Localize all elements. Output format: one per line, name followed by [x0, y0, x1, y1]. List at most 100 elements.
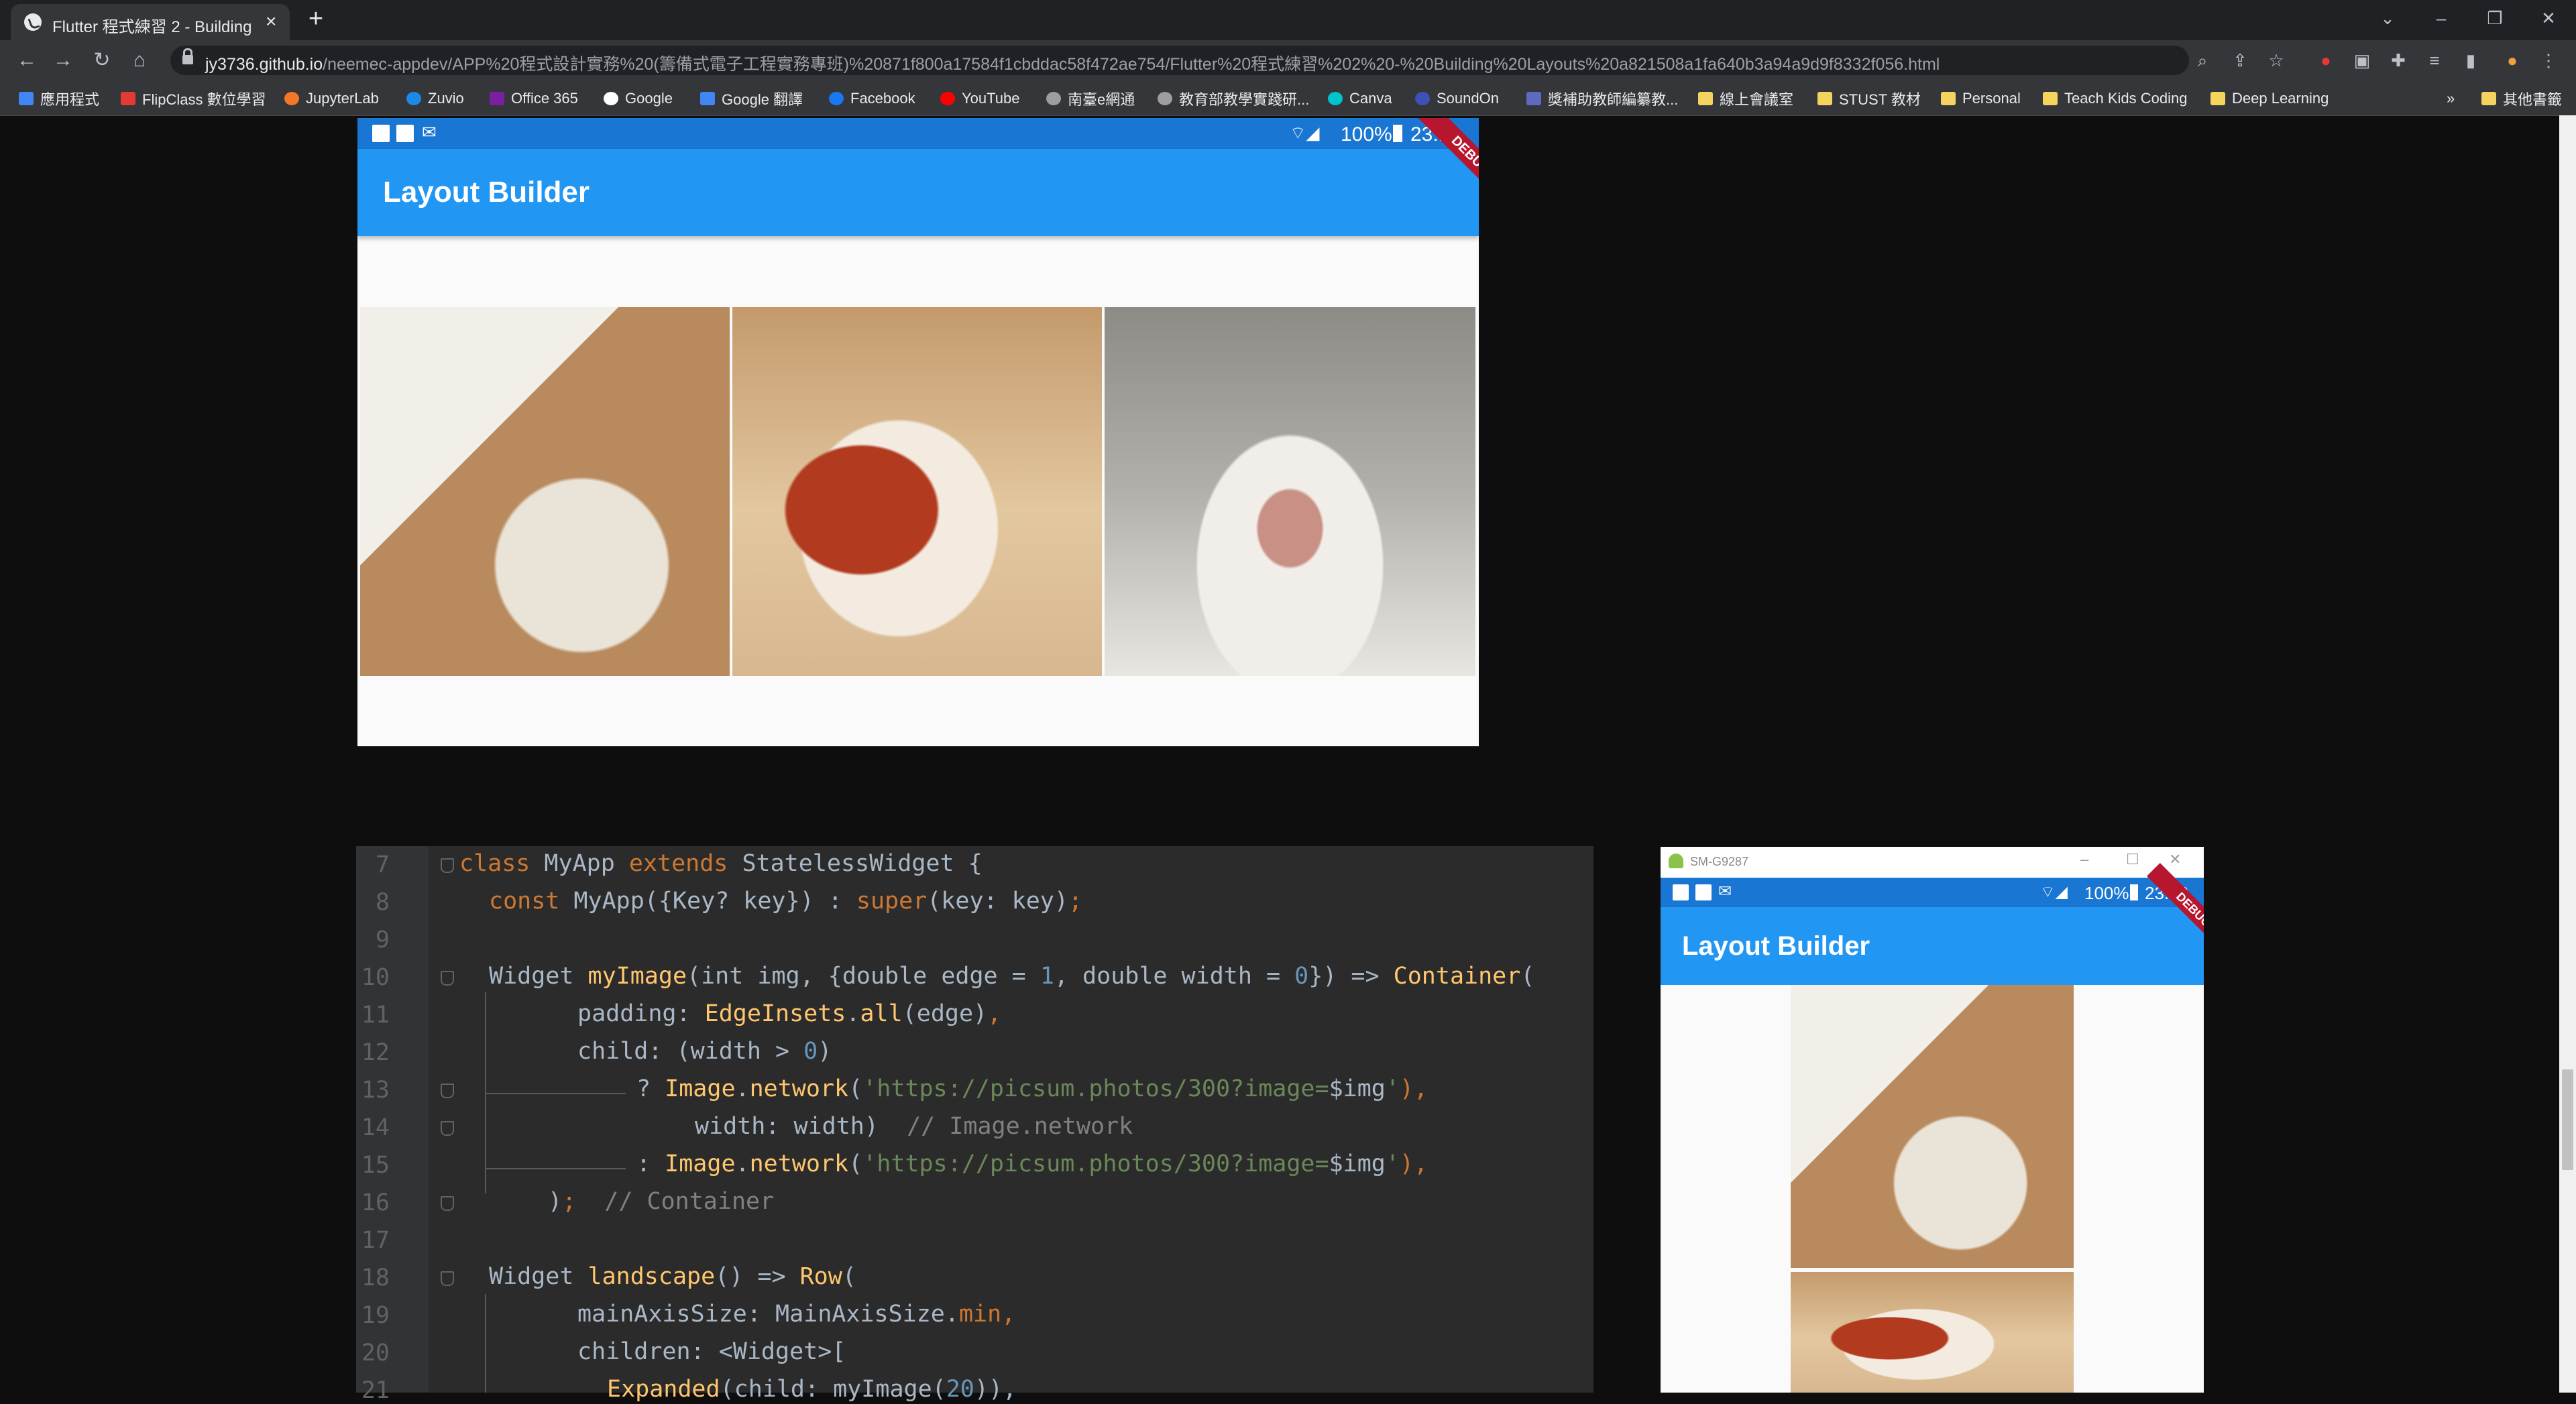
fold-marker-icon[interactable]	[441, 1084, 454, 1098]
code-line-13[interactable]: ? Image.network('https://picsum.photos/3…	[636, 1075, 1428, 1102]
menu-kebab-icon[interactable]: ⋮	[2535, 47, 2562, 74]
code-line-12[interactable]: child: (width > 0)	[577, 1038, 832, 1065]
bookmark-apps[interactable]: 應用程式	[19, 89, 99, 109]
google-icon	[604, 92, 618, 105]
bookmark-folder-meeting[interactable]: 線上會議室	[1698, 89, 1793, 109]
emulator-window[interactable]: SM-G9287 – ☐ ✕ ✉ ⌔◢ 100% 23:10 Layout Bu…	[1661, 847, 2204, 1393]
extension-square-icon[interactable]: ▣	[2349, 47, 2375, 74]
code-line-20[interactable]: children: <Widget>[	[577, 1338, 846, 1365]
gmail-icon: ✉	[422, 122, 437, 142]
extensions-puzzle-icon[interactable]: ✚	[2385, 47, 2412, 74]
folder-icon	[1698, 92, 1713, 105]
share-icon[interactable]: ⇪	[2227, 47, 2253, 74]
side-panel-icon[interactable]: ▮	[2457, 47, 2484, 74]
fold-marker-icon[interactable]	[441, 1196, 454, 1211]
emulator-close-icon[interactable]: ✕	[2169, 851, 2181, 868]
profile-avatar-icon[interactable]: ●	[2499, 47, 2526, 74]
line-number: 14	[361, 1114, 390, 1141]
bookmark-canva[interactable]: Canva	[1328, 89, 1392, 109]
youtube-icon	[940, 92, 955, 105]
desk-photo	[1791, 985, 2074, 1268]
bookmark-jupyterlab[interactable]: JupyterLab	[284, 89, 379, 109]
bookmark-flipclass[interactable]: FlipClass 數位學習	[121, 89, 266, 109]
bookmark-folder-deep-learning[interactable]: Deep Learning	[2210, 89, 2329, 109]
code-line-19[interactable]: mainAxisSize: MainAxisSize.min,	[577, 1301, 1015, 1328]
desk-photo	[360, 307, 730, 676]
emulator-minimize-icon[interactable]: –	[2080, 851, 2088, 868]
new-tab-button[interactable]: +	[300, 4, 331, 35]
bookmark-subsidy[interactable]: 獎補助教師編纂教...	[1526, 89, 1678, 109]
ublock-extension-icon[interactable]: ●	[2312, 47, 2339, 74]
notification-icon	[396, 125, 414, 142]
folder-icon	[2481, 92, 2496, 105]
code-line-21[interactable]: Expanded(child: myImage(20)),	[607, 1376, 1017, 1403]
emulator-title-bar[interactable]: SM-G9287 – ☐ ✕	[1661, 847, 2204, 878]
zoom-icon[interactable]: ⌕	[2189, 47, 2216, 74]
github-favicon-icon	[24, 13, 42, 31]
bookmark-office365[interactable]: Office 365	[490, 89, 578, 109]
minimize-window-icon[interactable]: –	[2421, 3, 2461, 34]
code-line-15[interactable]: : Image.network('https://picsum.photos/3…	[636, 1151, 1428, 1177]
fold-marker-icon[interactable]	[441, 1121, 454, 1136]
bookmark-soundon[interactable]: SoundOn	[1415, 89, 1499, 109]
line-number: 10	[361, 964, 390, 991]
reload-icon[interactable]: ↻	[86, 43, 118, 78]
line-number: 15	[361, 1152, 390, 1179]
tab-close-icon[interactable]: ×	[266, 11, 276, 32]
line-number: 16	[361, 1189, 390, 1216]
bookmark-youtube[interactable]: YouTube	[940, 89, 1019, 109]
bookmark-stust-e[interactable]: 南臺e網通	[1046, 89, 1135, 109]
close-window-icon[interactable]: ✕	[2528, 3, 2569, 34]
bookmark-google-translate[interactable]: Google 翻譯	[700, 89, 803, 109]
line-number: 8	[375, 889, 390, 916]
folder-icon	[1941, 92, 1956, 105]
bookmark-moe-teaching[interactable]: 教育部教學實踐研...	[1158, 89, 1309, 109]
code-line-8[interactable]: const MyApp({Key? key}) : super(key: key…	[489, 888, 1082, 915]
fold-marker-icon[interactable]	[441, 971, 454, 986]
translate-icon	[700, 92, 715, 105]
bookmark-star-icon[interactable]: ☆	[2263, 47, 2290, 74]
code-line-7[interactable]: class MyApp extends StatelessWidget {	[459, 850, 983, 877]
line-number: 21	[361, 1377, 390, 1404]
battery-icon	[2130, 884, 2138, 900]
fold-marker-icon[interactable]	[441, 858, 454, 873]
bookmark-folder-other[interactable]: 其他書籤	[2481, 89, 2562, 109]
tab-search-chevron-icon[interactable]: ⌄	[2367, 3, 2408, 34]
reading-list-icon[interactable]: ≡	[2421, 47, 2448, 74]
line-number: 19	[361, 1302, 390, 1329]
app-bar-title: Layout Builder	[1682, 931, 1870, 961]
back-arrow-icon[interactable]: ←	[11, 43, 43, 78]
restore-window-icon[interactable]: ❐	[2475, 3, 2515, 34]
page-scrollbar-thumb[interactable]	[2562, 1069, 2573, 1170]
bookmark-zuvio[interactable]: Zuvio	[406, 89, 464, 109]
code-line-11[interactable]: padding: EdgeInsets.all(edge),	[577, 1000, 1001, 1027]
lock-icon[interactable]	[182, 48, 193, 66]
android-status-bar: ✉ ⌔◢ 100% 23:10	[357, 118, 1479, 149]
bookmark-folder-kids-coding[interactable]: Teach Kids Coding	[2043, 89, 2187, 109]
list-icon	[1526, 92, 1541, 105]
bookmark-folder-personal[interactable]: Personal	[1941, 89, 2021, 109]
line-number: 12	[361, 1039, 390, 1066]
active-tab[interactable]: Flutter 程式練習 2 - Building Layouts ×	[11, 4, 290, 40]
fold-marker-icon[interactable]	[441, 1271, 454, 1286]
notification-icon	[1673, 884, 1689, 900]
page-scrollbar[interactable]	[2559, 115, 2576, 1393]
emulator-maximize-icon[interactable]: ☐	[2126, 851, 2139, 868]
bookmark-google[interactable]: Google	[604, 89, 673, 109]
battery-percent: 100%	[2084, 883, 2129, 903]
cat-nose-photo	[1105, 307, 1475, 676]
code-line-16[interactable]: ); // Container	[548, 1188, 774, 1215]
bookmarks-overflow-chevron[interactable]: »	[2447, 89, 2455, 109]
forward-arrow-icon[interactable]: →	[47, 43, 79, 78]
url-text[interactable]: jy3736.github.io/neemec-appdev/APP%20程式設…	[205, 51, 1940, 75]
app-bar-title: Layout Builder	[383, 176, 590, 209]
battery-percent: 100%	[1341, 123, 1392, 145]
code-line-18[interactable]: Widget landscape() => Row(	[489, 1263, 856, 1290]
code-line-14[interactable]: width: width) // Image.network	[695, 1113, 1133, 1140]
bookmark-facebook[interactable]: Facebook	[829, 89, 915, 109]
line-number: 13	[361, 1077, 390, 1104]
code-line-10[interactable]: Widget myImage(int img, {double edge = 1…	[489, 963, 1534, 990]
line-number: 20	[361, 1340, 390, 1366]
bookmark-folder-stust[interactable]: STUST 教材	[1817, 89, 1921, 109]
home-icon[interactable]: ⌂	[123, 43, 156, 78]
